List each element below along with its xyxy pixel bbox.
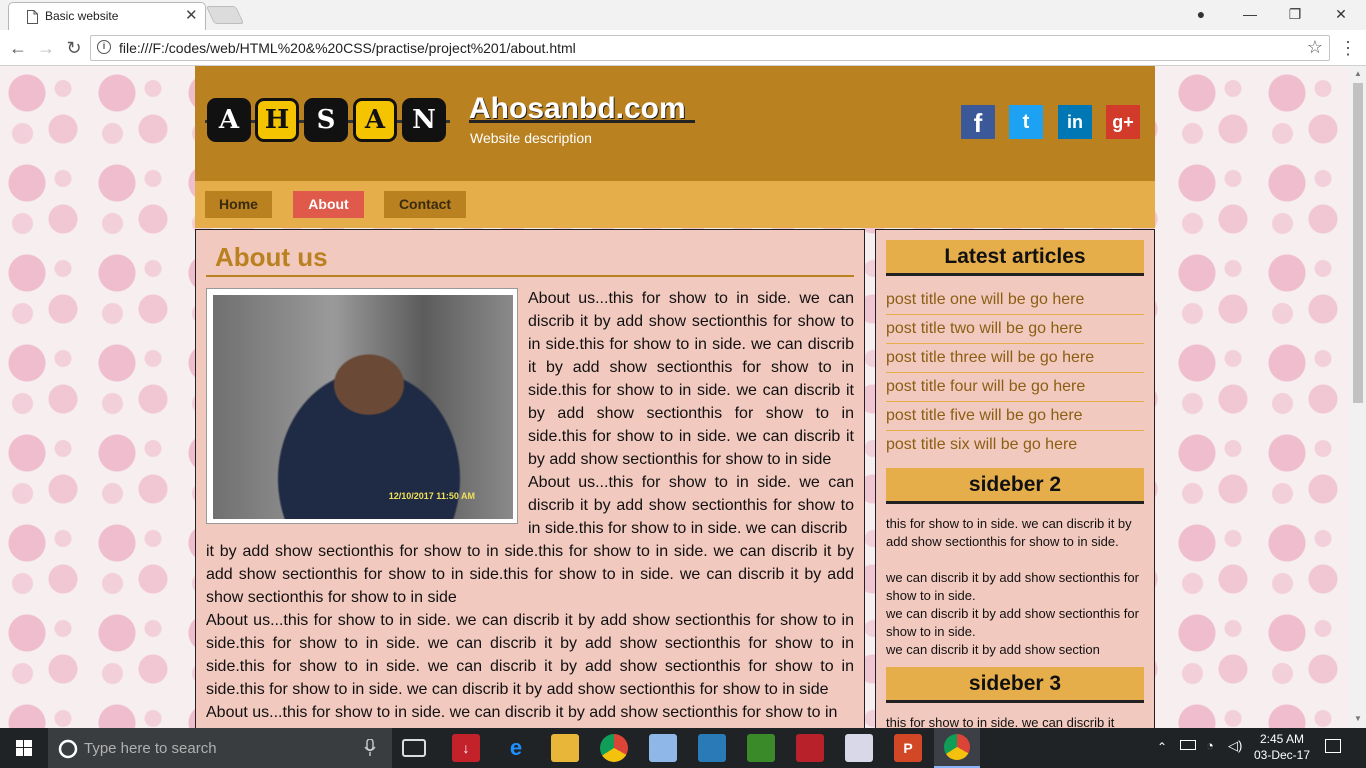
new-tab-button[interactable] xyxy=(205,6,245,24)
tab-title: Basic website xyxy=(45,9,119,23)
search-placeholder: Type here to search xyxy=(84,740,217,757)
page-title: About us xyxy=(215,242,328,272)
about-paragraph: About us...this for show to in side. we … xyxy=(206,612,854,698)
wifi-icon[interactable]: ◔ xyxy=(1206,738,1214,753)
chevron-up-icon[interactable]: ⌃ xyxy=(1157,740,1167,754)
about-paragraph: About us...this for show to in side. we … xyxy=(206,704,838,721)
menu-icon[interactable]: ⋮ xyxy=(1336,36,1360,60)
scrollbar-thumb[interactable] xyxy=(1353,83,1363,403)
logo-letter: S xyxy=(304,98,348,142)
sidebar-text: we can discrib it by add show sectionthi… xyxy=(886,570,1139,603)
app-terminal-icon[interactable] xyxy=(698,734,726,762)
page-viewport: A H S A N Ahosanbd.com Website descripti… xyxy=(0,66,1350,728)
sidebar-text: we can discrib it by add show sectionthi… xyxy=(886,606,1139,639)
info-icon[interactable]: i xyxy=(97,40,111,54)
bookmark-star-icon[interactable]: ☆ xyxy=(1307,37,1323,58)
logo-letter: A xyxy=(353,98,397,142)
about-paragraph: About us...this for show to in side. we … xyxy=(528,474,854,537)
browser-tab-strip: Basic website ✕ ● — ❐ ✕ xyxy=(0,0,1366,30)
sidebar-text: we can discrib it by add show section xyxy=(886,642,1100,657)
scroll-up-icon[interactable]: ▲ xyxy=(1354,69,1362,78)
nav-about[interactable]: About xyxy=(293,191,364,218)
sidebar-heading: sideber 3 xyxy=(886,667,1144,703)
powerpoint-icon[interactable]: P xyxy=(894,734,922,762)
scroll-down-icon[interactable]: ▼ xyxy=(1354,714,1362,723)
google-plus-icon[interactable]: g+ xyxy=(1106,105,1140,139)
site-description: Website description xyxy=(470,130,592,146)
photo-timestamp: 12/10/2017 11:50 AM xyxy=(388,491,475,501)
start-button[interactable] xyxy=(0,728,48,768)
page-scrollbar[interactable]: ▲ ▼ xyxy=(1350,66,1366,728)
about-paragraph: About us...this for show to in side. we … xyxy=(528,290,854,468)
microphone-icon[interactable] xyxy=(364,739,376,757)
sidebar-text: this for show to in side. we can discrib… xyxy=(886,715,1115,728)
taskbar-search[interactable]: Type here to search xyxy=(48,728,392,768)
address-bar[interactable]: i file:///F:/codes/web/HTML%20&%20CSS/pr… xyxy=(90,35,1330,61)
website: A H S A N Ahosanbd.com Website descripti… xyxy=(195,66,1155,728)
account-icon[interactable]: ● xyxy=(1191,4,1211,24)
profile-photo-frame: 12/10/2017 11:50 AM xyxy=(206,288,518,524)
sidebar-heading: sideber 2 xyxy=(886,468,1144,504)
task-view-icon[interactable] xyxy=(402,739,426,757)
main-nav: Home About Contact xyxy=(195,181,1155,228)
clock-time: 2:45 AM xyxy=(1259,732,1305,746)
reload-button[interactable]: ↻ xyxy=(62,36,86,60)
app-cube-icon[interactable] xyxy=(649,734,677,762)
back-button[interactable]: ← xyxy=(6,36,30,60)
main-content: About us 12/10/2017 11:50 AM About us...… xyxy=(195,229,865,728)
site-logo[interactable]: A H S A N xyxy=(205,96,450,144)
article-link[interactable]: post title one will be go here xyxy=(886,286,1144,315)
maximize-button[interactable]: ❐ xyxy=(1285,4,1305,24)
tab-close-icon[interactable]: ✕ xyxy=(185,6,198,24)
app-paint-icon[interactable] xyxy=(845,734,873,762)
article-link[interactable]: post title four will be go here xyxy=(886,373,1144,402)
app-book-icon[interactable] xyxy=(796,734,824,762)
document-icon xyxy=(27,10,38,24)
logo-letter: N xyxy=(402,98,446,142)
minimize-button[interactable]: — xyxy=(1240,4,1260,24)
article-link[interactable]: post title two will be go here xyxy=(886,315,1144,344)
system-clock[interactable]: 2:45 AM 03-Dec-17 xyxy=(1252,731,1312,763)
url-text[interactable]: file:///F:/codes/web/HTML%20&%20CSS/prac… xyxy=(119,40,576,56)
sidebar: Latest articles post title one will be g… xyxy=(875,229,1155,728)
title-divider xyxy=(206,275,854,277)
logo-letter: H xyxy=(255,98,299,142)
battery-icon[interactable] xyxy=(1180,740,1196,750)
app-chip-icon[interactable] xyxy=(747,734,775,762)
browser-tab[interactable]: Basic website ✕ xyxy=(8,2,206,30)
clock-date: 03-Dec-17 xyxy=(1253,748,1311,762)
chrome-icon[interactable] xyxy=(600,734,628,762)
chrome-active-icon[interactable] xyxy=(934,728,980,768)
forward-button[interactable]: → xyxy=(34,36,58,60)
windows-logo-icon xyxy=(16,740,32,756)
notifications-icon[interactable] xyxy=(1325,739,1341,753)
cortana-icon xyxy=(58,739,78,759)
about-paragraph: it by add show sectionthis for show to i… xyxy=(206,543,854,606)
edge-icon[interactable]: e xyxy=(502,734,530,762)
facebook-icon[interactable]: f xyxy=(961,105,995,139)
profile-photo: 12/10/2017 11:50 AM xyxy=(213,295,513,519)
windows-taskbar: Type here to search ↓ e P ⌃ ◔ ◁) 2:45 AM… xyxy=(0,728,1366,768)
article-link[interactable]: post title six will be go here xyxy=(886,431,1144,460)
file-explorer-icon[interactable] xyxy=(551,734,579,762)
close-window-button[interactable]: ✕ xyxy=(1331,4,1351,24)
browser-toolbar: ← → ↻ i file:///F:/codes/web/HTML%20&%20… xyxy=(0,30,1366,66)
linkedin-icon[interactable]: in xyxy=(1058,105,1092,139)
nav-home[interactable]: Home xyxy=(205,191,272,218)
nav-contact[interactable]: Contact xyxy=(384,191,466,218)
volume-icon[interactable]: ◁) xyxy=(1228,738,1242,754)
logo-letter: A xyxy=(207,98,251,142)
site-header: A H S A N Ahosanbd.com Website descripti… xyxy=(195,66,1155,181)
article-link[interactable]: post title five will be go here xyxy=(886,402,1144,431)
article-link[interactable]: post title three will be go here xyxy=(886,344,1144,373)
sidebar-text: this for show to in side. we can discrib… xyxy=(886,516,1132,549)
download-manager-icon[interactable]: ↓ xyxy=(452,734,480,762)
twitter-icon[interactable]: t xyxy=(1009,105,1043,139)
sidebar-heading: Latest articles xyxy=(886,240,1144,276)
